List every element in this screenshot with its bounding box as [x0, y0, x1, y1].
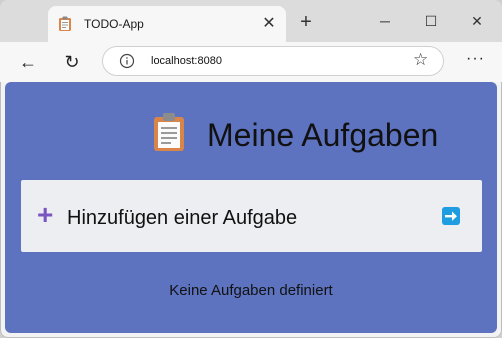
maximize-button[interactable]: ☐: [415, 8, 447, 34]
app-page: Meine Aufgaben + Hinzufügen einer Aufgab…: [5, 82, 497, 333]
address-bar[interactable]: localhost:8080 ☆: [102, 46, 444, 76]
reload-button[interactable]: ↻: [60, 50, 84, 74]
minimize-button[interactable]: ─: [369, 8, 401, 34]
add-task-row[interactable]: + Hinzufügen einer Aufgabe: [21, 180, 482, 252]
clipboard-icon: [154, 113, 184, 151]
info-icon[interactable]: [119, 53, 135, 69]
tab-todo-app[interactable]: TODO-App ✕: [48, 6, 286, 42]
plus-icon: +: [37, 199, 54, 230]
browser-window: TODO-App ✕ + ─ ☐ ✕ ← ↻ localhost:8080 ☆ …: [0, 0, 502, 338]
close-tab-icon[interactable]: ✕: [260, 15, 278, 33]
more-menu-button[interactable]: ···: [466, 50, 485, 68]
new-tab-button[interactable]: +: [296, 12, 316, 32]
favorite-star-icon[interactable]: ☆: [413, 50, 428, 70]
tab-strip: TODO-App ✕ + ─ ☐ ✕: [0, 0, 502, 42]
arrow-right-icon[interactable]: [442, 207, 460, 225]
back-button[interactable]: ←: [16, 50, 40, 74]
empty-message: Keine Aufgaben definiert: [169, 282, 333, 299]
add-task-input[interactable]: Hinzufügen einer Aufgabe: [67, 207, 297, 230]
clipboard-icon: [59, 16, 71, 31]
tab-title: TODO-App: [84, 17, 144, 31]
close-window-button[interactable]: ✕: [461, 8, 493, 34]
url-text[interactable]: localhost:8080: [151, 55, 222, 67]
page-title: Meine Aufgaben: [207, 117, 439, 153]
browser-toolbar: ← ↻ localhost:8080 ☆ ···: [0, 42, 502, 82]
